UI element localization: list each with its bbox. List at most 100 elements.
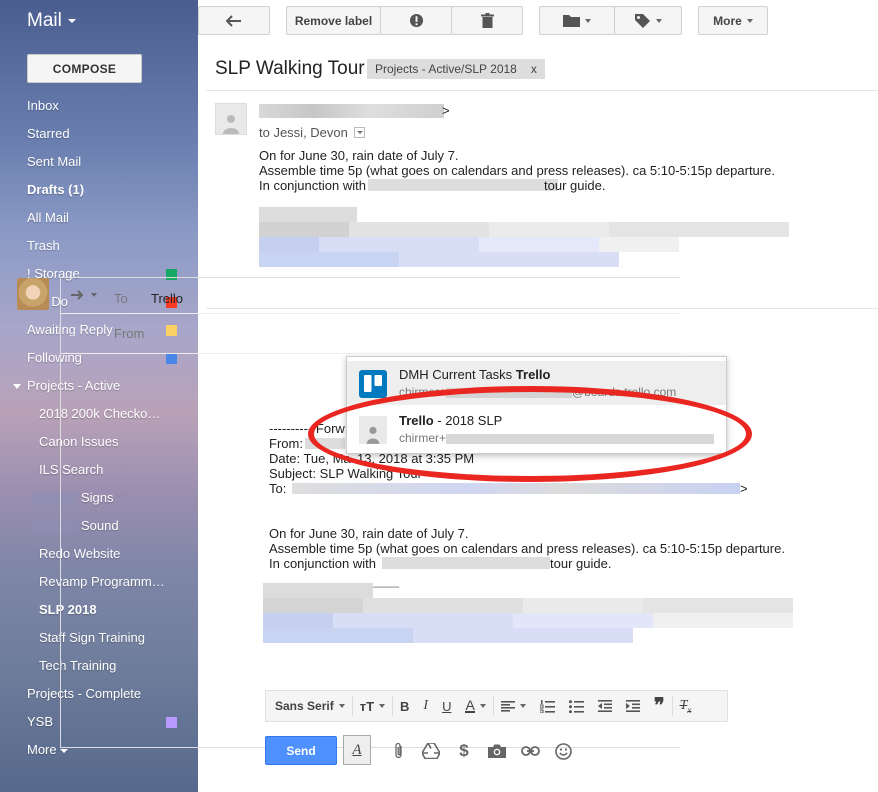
tag-icon: [634, 13, 650, 28]
autocomplete-name: DMH Current Tasks Trello: [399, 367, 551, 382]
chevron-down-icon: [655, 18, 662, 23]
chevron-down-icon: [379, 704, 386, 708]
user-avatar[interactable]: [17, 278, 49, 310]
remove-label-x[interactable]: x: [531, 62, 537, 76]
forward-header: ---------- Forw: [269, 421, 345, 436]
message-body-line: On for June 30, rain date of July 7.: [259, 148, 459, 163]
chevron-down-icon: [67, 19, 76, 23]
recipient-autocomplete: DMH Current Tasks Trello chirmer+ @boards…: [346, 356, 727, 454]
numbered-list-icon: [539, 699, 555, 713]
back-button[interactable]: [198, 6, 270, 35]
person-icon: [223, 115, 239, 134]
redacted-text: [292, 483, 740, 494]
sidebar-item-label: Inbox: [27, 98, 59, 113]
italic-button[interactable]: I: [416, 690, 435, 722]
bulleted-list-button[interactable]: [562, 690, 591, 722]
forward-to: To:: [269, 481, 287, 496]
delete-button[interactable]: [451, 6, 523, 35]
person-avatar: [359, 416, 387, 444]
indent-more-button[interactable]: [619, 690, 647, 722]
insert-emoji-button[interactable]: [552, 740, 574, 762]
from-label: From: [114, 326, 145, 341]
toolbar: Remove label More: [198, 0, 878, 44]
thread-subject: SLP Walking Tour: [215, 58, 365, 79]
sidebar-item-trash[interactable]: Trash: [0, 232, 198, 260]
bold-icon: B: [400, 698, 410, 714]
forward-body-line: On for June 30, rain date of July 7.: [269, 526, 469, 541]
redacted-text: [382, 557, 550, 569]
forward-subject: Subject: SLP Walking Tour: [269, 466, 422, 481]
send-money-button[interactable]: $: [453, 740, 475, 762]
sidebar-item-starred[interactable]: Starred: [0, 120, 198, 148]
text-size-icon: тT: [359, 698, 375, 714]
attach-file-button[interactable]: [388, 740, 410, 762]
redacted-text: [368, 179, 558, 191]
person-icon: [366, 426, 380, 444]
from-row[interactable]: From: [61, 314, 681, 354]
bold-button[interactable]: B: [393, 690, 416, 722]
link-icon: [520, 746, 540, 756]
forward-body-line: In conjunction with: [269, 556, 376, 571]
font-family-select[interactable]: Sans Serif: [266, 690, 352, 722]
underline-button[interactable]: U: [435, 690, 458, 722]
expand-triangle-icon[interactable]: [13, 384, 21, 389]
trash-icon: [480, 13, 494, 28]
forward-body-line: tour guide.: [550, 556, 612, 571]
chevron-down-icon: [479, 704, 486, 708]
spam-icon: [409, 13, 423, 28]
chevron-down-icon: [338, 704, 345, 708]
quote-button[interactable]: ❞: [647, 690, 672, 722]
send-button[interactable]: Send: [265, 736, 337, 765]
paperclip-icon: [395, 742, 402, 759]
bulleted-list-icon: [568, 699, 584, 713]
details-dropdown-icon[interactable]: [353, 127, 365, 138]
label-chip-text: Projects - Active/SLP 2018: [375, 62, 517, 76]
formatting-options-button[interactable]: A: [343, 735, 371, 765]
align-button[interactable]: [494, 690, 533, 722]
autocomplete-item[interactable]: DMH Current Tasks Trello chirmer+ @boards…: [347, 361, 726, 405]
autocomplete-name: Trello - 2018 SLP: [399, 413, 503, 428]
insert-drive-button[interactable]: [420, 740, 442, 762]
numbered-list-button[interactable]: [533, 690, 562, 722]
labels-button[interactable]: [614, 6, 682, 35]
indent-more-icon: [625, 700, 640, 712]
chevron-down-icon: [585, 18, 591, 23]
sidebar-item-sent[interactable]: Sent Mail: [0, 148, 198, 176]
text-color-button[interactable]: A: [458, 690, 492, 722]
dollar-icon: $: [459, 741, 469, 760]
message-body-line: tour guide.: [544, 178, 606, 193]
recipients[interactable]: to Jessi, Devon: [259, 125, 365, 140]
font-size-button[interactable]: тT: [353, 690, 392, 722]
to-row[interactable]: To Trello: [61, 278, 681, 314]
align-left-icon: [500, 700, 515, 712]
insert-photo-button[interactable]: [486, 740, 508, 762]
sidebar-item-all-mail[interactable]: All Mail: [0, 204, 198, 232]
more-button[interactable]: More: [698, 6, 768, 35]
divider: [206, 90, 878, 91]
sender-avatar[interactable]: [215, 103, 247, 135]
mail-menu[interactable]: Mail: [27, 10, 76, 32]
insert-link-button[interactable]: [519, 740, 541, 762]
sidebar-item-label: Drafts (1): [27, 182, 85, 197]
redacted-signature: [263, 583, 793, 643]
to-input[interactable]: Trello: [151, 291, 183, 306]
sidebar-item-label: Starred: [27, 126, 70, 141]
compose-button[interactable]: COMPOSE: [27, 54, 142, 83]
clear-format-icon: Tx: [679, 697, 692, 715]
clear-formatting-button[interactable]: Tx: [673, 690, 699, 722]
sidebar-item-drafts[interactable]: Drafts (1): [0, 176, 198, 204]
reply-type-menu[interactable]: [71, 290, 97, 300]
forward-arrow-icon: [71, 290, 84, 300]
sidebar-item-inbox[interactable]: Inbox: [0, 92, 198, 120]
report-spam-button[interactable]: [380, 6, 452, 35]
indent-less-button[interactable]: [591, 690, 619, 722]
label-chip[interactable]: Projects - Active/SLP 2018 x: [367, 59, 545, 79]
autocomplete-item[interactable]: Trello - 2018 SLP chirmer+: [347, 407, 726, 451]
formatting-toolbar: Sans Serif тT B I U A ❞ Tx: [265, 690, 728, 722]
redacted-text: [305, 438, 345, 449]
forward-from: From:: [269, 436, 303, 451]
remove-label-button[interactable]: Remove label: [286, 6, 381, 35]
move-to-button[interactable]: [539, 6, 615, 35]
mail-title: Mail: [27, 10, 62, 31]
underline-icon: U: [442, 698, 452, 714]
